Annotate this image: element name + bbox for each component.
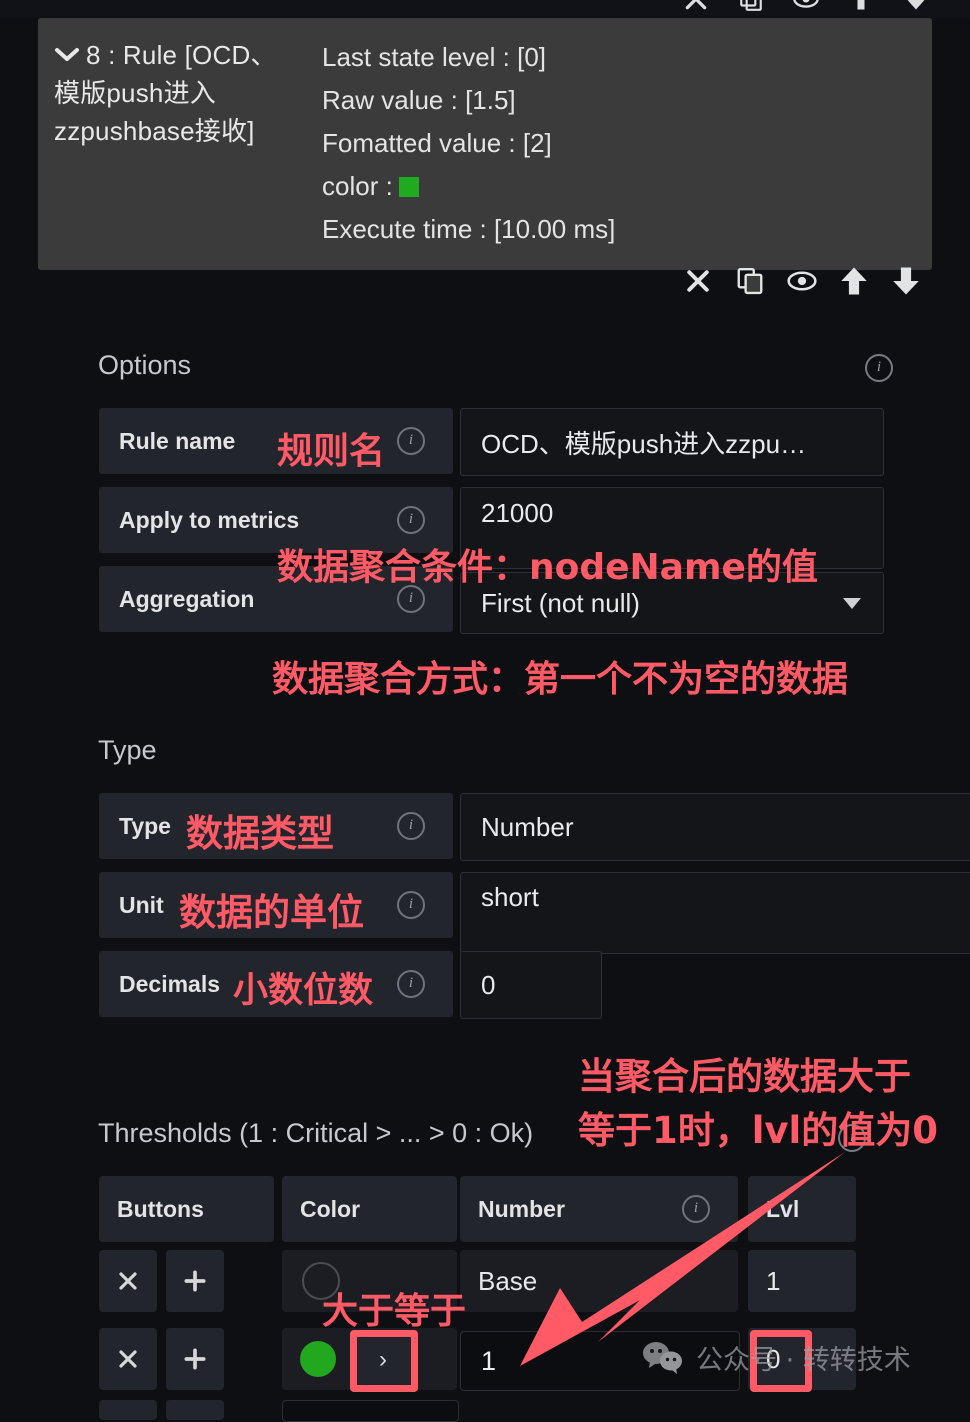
- aggregation-value: First (not null): [481, 587, 640, 618]
- decimals-input[interactable]: 0: [460, 951, 602, 1019]
- annotation-operator: 大于等于: [322, 1291, 467, 1332]
- color-row: color :: [322, 165, 615, 208]
- close-icon-top[interactable]: [676, 0, 716, 18]
- th-buttons-label: Buttons: [117, 1195, 204, 1222]
- type-heading: Type: [98, 735, 157, 765]
- th-buttons: Buttons: [99, 1176, 274, 1242]
- type-label: Type: [119, 812, 171, 839]
- panel-top-toolbar-strip: [0, 0, 970, 18]
- table-row-1-operator-button[interactable]: ›: [352, 1332, 414, 1388]
- annotation-metrics: 数据聚合条件：nodeName的值: [277, 547, 818, 588]
- table-row-0-number: Base: [478, 1265, 538, 1296]
- rule-card-toolbar: [676, 258, 928, 304]
- table-row-0-remove-button[interactable]: [99, 1250, 157, 1312]
- table-row-1-number: 1: [481, 1345, 497, 1376]
- decimals-info-icon[interactable]: i: [397, 970, 425, 998]
- last-state-level: Last state level : [0]: [322, 42, 547, 72]
- duplicate-icon-top[interactable]: [731, 0, 771, 18]
- unit-info-icon[interactable]: i: [397, 891, 425, 919]
- options-heading: Options: [98, 350, 192, 380]
- table-row-1-operator: ›: [379, 1346, 387, 1373]
- rule-card-title[interactable]: 8 : Rule [OCD、 模版push进入 zzpushbase接收]: [54, 36, 304, 251]
- execute-time: Execute time : [10.00 ms]: [322, 214, 616, 244]
- annotation-lvl-line2: 等于1时，lvl的值为0: [578, 1109, 938, 1152]
- rule-title-line3: zzpushbase接收]: [54, 116, 255, 146]
- wechat-icon: [643, 1341, 682, 1374]
- th-number-info-icon[interactable]: i: [682, 1195, 710, 1223]
- th-number-label: Number: [478, 1195, 565, 1222]
- rule-title-line1: 8 : Rule [OCD、: [86, 40, 277, 70]
- eye-icon[interactable]: [780, 259, 824, 303]
- annotation-unit: 数据的单位: [179, 891, 364, 934]
- rule-card-stats: Last state level : [0] Raw value : [1.5]…: [322, 36, 615, 251]
- table-row-0-number-cell: Base: [460, 1250, 738, 1312]
- rule-name-info-icon[interactable]: i: [397, 427, 425, 455]
- th-color: Color: [282, 1176, 457, 1242]
- decimals-label: Decimals: [119, 970, 221, 997]
- thresholds-heading: Thresholds (1 : Critical > ... > 0 : Ok): [98, 1118, 534, 1148]
- arrow-down-icon[interactable]: [884, 259, 928, 303]
- decimals-value: 0: [481, 969, 496, 1000]
- table-row-2-add-button[interactable]: [166, 1400, 224, 1420]
- table-row-2-color-cell[interactable]: [282, 1400, 459, 1422]
- eye-icon-top[interactable]: [786, 0, 826, 18]
- rule-name-label: Rule name: [119, 427, 236, 454]
- rule-name-value: OCD、模版push进入zzpu…: [481, 428, 807, 459]
- arrow-up-icon[interactable]: [832, 259, 876, 303]
- table-row-0-lvl: 1: [766, 1265, 781, 1296]
- annotation-decimals: 小数位数: [233, 971, 374, 1011]
- table-row-1-add-button[interactable]: [166, 1328, 224, 1390]
- th-number: Number i: [460, 1176, 738, 1242]
- table-row-0-lvl-cell: 1: [748, 1250, 856, 1312]
- type-value: Number: [481, 811, 574, 842]
- color-swatch: [398, 177, 419, 197]
- arrow-up-icon-top[interactable]: [841, 0, 881, 18]
- watermark: 公众号 · 转转技术: [642, 1338, 911, 1377]
- rule-name-label-box: Rule name i: [99, 408, 453, 474]
- rule-name-input[interactable]: OCD、模版push进入zzpu…: [460, 408, 884, 476]
- chevron-down-icon[interactable]: [54, 34, 80, 72]
- color-label: color :: [322, 171, 393, 201]
- annotation-type: 数据类型: [186, 812, 334, 855]
- aggregation-label: Aggregation: [119, 585, 255, 612]
- unit-label: Unit: [119, 891, 164, 918]
- apply-to-metrics-info-icon[interactable]: i: [397, 506, 425, 534]
- table-row-2-remove-button[interactable]: [99, 1400, 157, 1420]
- close-icon[interactable]: [676, 259, 720, 303]
- annotation-aggregation: 数据聚合方式：第一个不为空的数据: [272, 659, 849, 700]
- type-select[interactable]: Number: [460, 793, 970, 861]
- table-row-1-remove-button[interactable]: [99, 1328, 157, 1390]
- options-info-icon[interactable]: i: [865, 354, 893, 382]
- apply-to-metrics-label: Apply to metrics: [119, 506, 300, 533]
- raw-value: Raw value : [1.5]: [322, 85, 516, 115]
- th-color-label: Color: [300, 1195, 361, 1222]
- table-row-1-color-swatch[interactable]: [300, 1341, 336, 1377]
- annotation-lvl-line1: 当聚合后的数据大于: [578, 1055, 911, 1098]
- th-lvl: Lvl: [748, 1176, 856, 1242]
- formatted-value: Fomatted value : [2]: [322, 128, 552, 158]
- annotation-rule-name: 规则名: [277, 431, 386, 472]
- apply-to-metrics-value: 21000: [481, 498, 554, 528]
- watermark-text: 公众号 · 转转技术: [696, 1345, 911, 1376]
- arrow-down-icon-top[interactable]: [896, 0, 936, 18]
- rule-title-line2: 模版push进入: [54, 78, 216, 108]
- rule-card[interactable]: 8 : Rule [OCD、 模版push进入 zzpushbase接收] La…: [38, 18, 932, 270]
- type-info-icon[interactable]: i: [397, 812, 425, 840]
- chevron-down-icon-aggregation[interactable]: [843, 597, 861, 609]
- th-lvl-label: Lvl: [766, 1195, 800, 1222]
- unit-select[interactable]: short: [460, 872, 970, 954]
- duplicate-icon[interactable]: [728, 259, 772, 303]
- unit-value: short: [481, 882, 539, 912]
- table-row-0-add-button[interactable]: [166, 1250, 224, 1312]
